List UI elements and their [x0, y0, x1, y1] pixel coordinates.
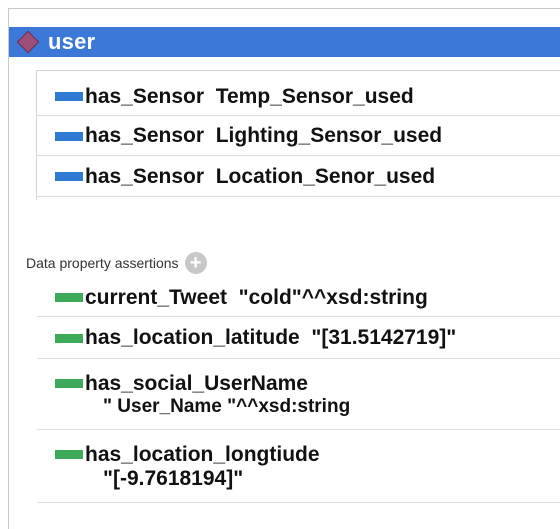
property-name: has_Sensor — [85, 124, 205, 147]
data-property-icon — [55, 333, 83, 343]
data-property-row[interactable]: current_Tweet "cold"^^xsd:string — [37, 279, 560, 317]
property-value: "cold"^^xsd:string — [238, 285, 428, 309]
property-value: "[31.5142719]" — [311, 326, 457, 349]
data-property-row[interactable]: has_social_UserName " User_Name "^^xsd:s… — [37, 360, 560, 430]
object-property-row[interactable]: has_Sensor Temp_Sensor_used — [37, 78, 560, 116]
data-property-section-label: Data property assertions + — [26, 252, 207, 274]
property-value: Lighting_Sensor_used — [215, 124, 443, 147]
property-name: has_Sensor — [85, 84, 205, 108]
add-data-property-button[interactable]: + — [184, 252, 207, 274]
individual-header: user — [9, 27, 560, 57]
property-name: has_location_latitude — [85, 326, 300, 349]
object-property-row[interactable]: has_Sensor Lighting_Sensor_used — [37, 117, 560, 156]
data-property-row[interactable]: has_location_latitude "[31.5142719]" — [37, 318, 560, 359]
object-property-icon — [55, 131, 83, 141]
property-name: has_location_longtiude — [85, 442, 320, 466]
object-property-row[interactable]: has_Sensor Location_Senor_used — [37, 157, 560, 197]
property-value: Location_Senor_used — [215, 164, 436, 188]
property-name: has_social_UserName — [85, 371, 308, 395]
individual-diamond-icon — [16, 30, 40, 54]
data-property-icon — [55, 293, 83, 302]
data-property-icon — [55, 379, 83, 388]
property-value: Temp_Sensor_used — [215, 84, 414, 108]
data-property-icon — [55, 450, 83, 459]
data-property-row[interactable]: has_location_longtiude "[-9.7618194]" — [37, 431, 560, 503]
object-property-icon — [55, 172, 83, 181]
property-name: has_Sensor — [85, 164, 205, 188]
object-property-icon — [55, 92, 83, 101]
individual-name: user — [48, 29, 96, 54]
property-value: "[-9.7618194]" — [103, 466, 244, 490]
property-value: " User_Name "^^xsd:string — [103, 395, 351, 417]
property-name: current_Tweet — [85, 285, 227, 309]
